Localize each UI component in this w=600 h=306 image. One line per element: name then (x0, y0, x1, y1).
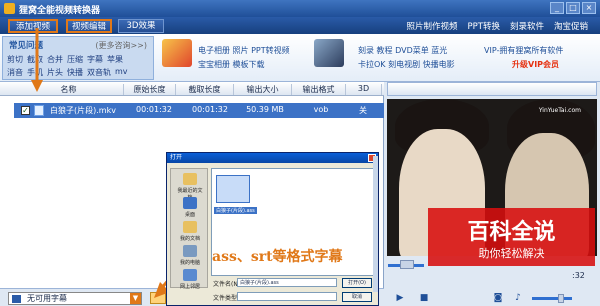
time-display: :32 (572, 271, 585, 280)
table-row[interactable]: ✓ 白狼子(片段).mkv 00:01:32 00:01:32 50.39 MB… (14, 103, 384, 118)
dialog-places-bar: 我最近的文档 桌面 我的文档 我的电脑 网上邻居 (170, 168, 208, 290)
dialog-scrollbar[interactable] (373, 156, 378, 292)
volume-icon[interactable]: ♪ (512, 293, 524, 303)
cancel-button[interactable]: 取消 (342, 292, 372, 302)
col-output-size[interactable]: 输出大小 (234, 84, 292, 95)
subtitle-select[interactable]: 无可用字幕 ▼ (8, 292, 142, 305)
faq-link[interactable]: 苹果 (107, 54, 123, 65)
video-watermark: YinYueTai.com (538, 107, 581, 114)
col-3d[interactable]: 3D (346, 84, 382, 95)
place-network[interactable]: 网上邻居 (176, 269, 204, 290)
faq-link[interactable]: 压缩 (67, 54, 83, 65)
place-computer[interactable]: 我的电脑 (176, 245, 204, 266)
3d-state: 关 (359, 106, 367, 115)
volume-track[interactable] (532, 297, 572, 300)
file-name: 白狼子(片段).mkv (50, 106, 116, 115)
promo-album-line1[interactable]: 电子相册 照片 PPT转视频 (198, 45, 290, 56)
link-taobao[interactable]: 淘宝促销 (554, 20, 588, 32)
seek-thumb[interactable] (400, 260, 414, 269)
title-bar: 狸窝全能视频转换器 _ □ × (0, 0, 600, 17)
open-file-dialog: 打开 我最近的文档 桌面 我的文档 我的电脑 网上邻居 白狼子(片段).ass … (166, 152, 379, 306)
play-icon[interactable]: ▶ (394, 293, 406, 303)
volume-knob[interactable] (558, 294, 564, 303)
faq-panel: 常见问题 (更多咨询>>) 剪切 截取 合并 压缩 字幕 苹果 消音 手机 片头… (2, 36, 154, 80)
output-size: 50.39 MB (246, 105, 284, 114)
open-button[interactable]: 打开(O) (342, 278, 372, 288)
filetype-select[interactable] (237, 292, 337, 301)
preview-header (387, 82, 597, 96)
faq-more-link[interactable]: (更多咨询>>) (95, 40, 147, 51)
arrow-add-video (31, 28, 43, 92)
faq-link[interactable]: 字幕 (87, 54, 103, 65)
faq-link[interactable]: 快播 (67, 67, 83, 78)
network-icon (183, 269, 197, 281)
filename-field[interactable]: 白狼子(片段).ass (237, 278, 337, 287)
desktop-icon (183, 197, 197, 209)
promo-dvd-line1[interactable]: 刻录 教程 DVD菜单 蓝光 (358, 45, 447, 56)
annotation-caption: ass、srt等格式字幕 (212, 249, 343, 265)
overlay-title: 百科全说 (467, 220, 556, 245)
output-format: vob (313, 105, 329, 114)
window-title: 狸窝全能视频转换器 (19, 6, 101, 16)
subtitle-file-icon[interactable] (216, 175, 250, 203)
main-toolbar: 添加视频 视频编辑 3D效果 照片制作视频 PPT转换 刻录软件 淘宝促销 (0, 17, 600, 34)
photo-album-icon[interactable] (162, 39, 192, 67)
dialog-title: 打开 (167, 153, 378, 163)
faq-row-2: 消音 手机 片头 快播 双音轨 mv (7, 67, 128, 78)
close-button[interactable]: × (582, 2, 596, 14)
faq-link[interactable]: 片头 (47, 67, 63, 78)
player-controls: ▶ ■ ◙ ♪ (384, 290, 600, 306)
faq-row-1: 剪切 截取 合并 压缩 字幕 苹果 (7, 54, 123, 65)
camera-icon[interactable]: ◙ (492, 293, 504, 303)
faq-link[interactable]: 合并 (47, 54, 63, 65)
app-icon (4, 3, 15, 14)
promo-banner: 常见问题 (更多咨询>>) 剪切 截取 合并 压缩 字幕 苹果 消音 手机 片头… (0, 34, 600, 82)
folder-icon (183, 221, 197, 233)
minimize-button[interactable]: _ (550, 2, 564, 14)
window-controls: _ □ × (550, 2, 596, 14)
link-ppt[interactable]: PPT转换 (468, 20, 500, 32)
faq-link[interactable]: 消音 (7, 67, 23, 78)
place-documents[interactable]: 我的文档 (176, 221, 204, 242)
watermark-overlay: 百科全说 助你轻松解决 (428, 208, 595, 266)
row-checkbox[interactable]: ✓ (21, 106, 30, 115)
col-clip-length[interactable]: 截取长度 (176, 84, 234, 95)
place-desktop[interactable]: 桌面 (176, 197, 204, 218)
faq-link[interactable]: 双音轨 (87, 67, 111, 78)
overlay-subtitle: 助你轻松解决 (478, 247, 545, 260)
promo-album-line2[interactable]: 宝宝相册 模板下载 (198, 59, 265, 70)
clip-length: 00:01:32 (192, 105, 228, 114)
folder-icon (183, 173, 197, 185)
vip-promo[interactable]: VIP-拥有狸窝所有软件 (484, 45, 563, 56)
chevron-down-icon[interactable]: ▼ (130, 293, 141, 304)
top-links: 照片制作视频 PPT转换 刻录软件 淘宝促销 (407, 20, 589, 32)
edit-video-button[interactable]: 视频编辑 (66, 19, 112, 33)
preview-panel: YinYueTai.com :32 ▶ ■ ◙ ♪ (384, 82, 600, 306)
original-length: 00:01:32 (136, 105, 172, 114)
3d-effect-button[interactable]: 3D效果 (118, 19, 164, 33)
subtitle-icon (12, 295, 21, 303)
maximize-button[interactable]: □ (566, 2, 580, 14)
col-original-length[interactable]: 原始长度 (124, 84, 176, 95)
subtitle-file-name[interactable]: 白狼子(片段).ass (214, 207, 257, 214)
faq-link[interactable]: 剪切 (7, 54, 23, 65)
faq-link[interactable]: mv (115, 67, 128, 78)
link-burn[interactable]: 刻录软件 (510, 20, 544, 32)
dvd-icon[interactable] (314, 39, 344, 67)
video-file-icon (34, 105, 44, 116)
promo-dvd-line2[interactable]: 卡拉OK 刻电视剧 快播电影 (358, 59, 455, 70)
col-output-format[interactable]: 输出格式 (292, 84, 346, 95)
subtitle-value: 无可用字幕 (27, 294, 67, 303)
computer-icon (183, 245, 197, 257)
list-header: 名称 原始长度 截取长度 输出大小 输出格式 3D (0, 82, 384, 96)
stop-icon[interactable]: ■ (418, 293, 430, 303)
vip-upgrade-link[interactable]: 升级VIP会员 (512, 59, 559, 70)
link-photo-video[interactable]: 照片制作视频 (407, 20, 458, 32)
